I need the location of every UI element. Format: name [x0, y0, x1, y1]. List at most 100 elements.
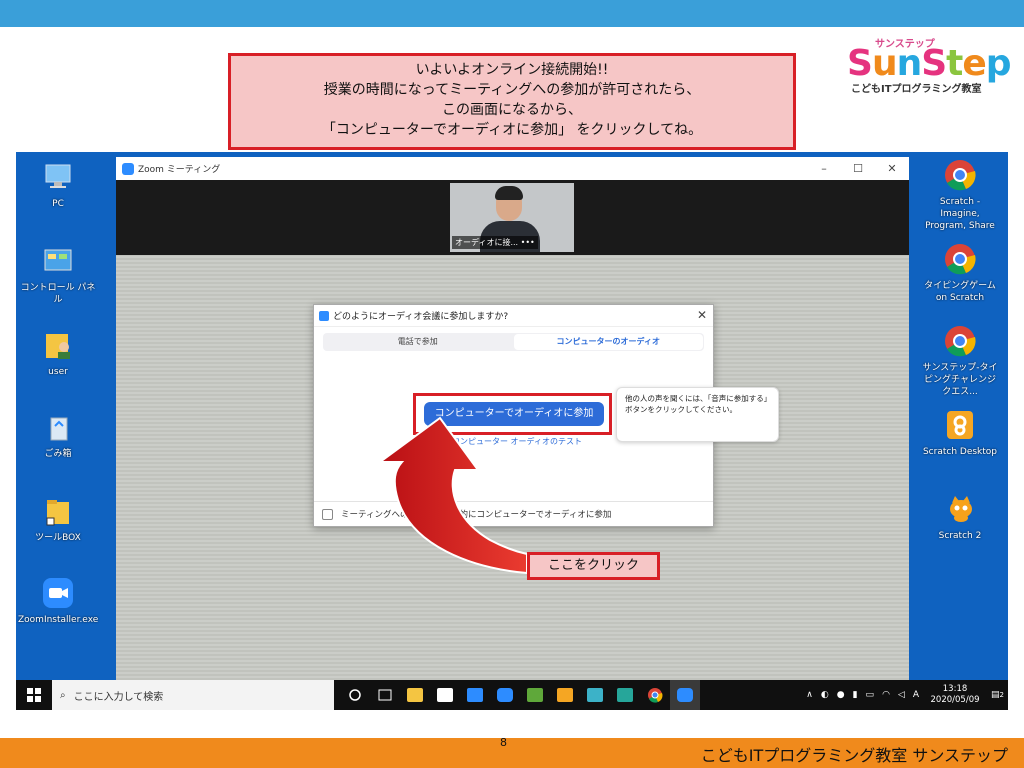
test-audio-link[interactable]: コンピューター オーディオのテスト [452, 436, 582, 447]
dialog-title-bar: どのようにオーディオ会議に参加しますか? ✕ [314, 305, 713, 327]
participant-name-label: オーディオに接... ••• [452, 236, 538, 249]
logo-subtitle: こどもITプログラミング教室 [851, 84, 982, 95]
app-icon[interactable] [520, 680, 550, 710]
logo-wordmark: SunStep [847, 43, 1012, 84]
maximize-button[interactable]: ☐ [841, 157, 875, 180]
participant-video[interactable]: オーディオに接... ••• [450, 183, 574, 252]
desktop-icon-user[interactable]: user [18, 328, 98, 378]
recycle-bin-icon [41, 410, 75, 444]
clock-date: 2020/05/09 [930, 695, 980, 705]
auto-join-checkbox[interactable] [322, 508, 333, 520]
desktop-icon-label: コントロール パネル [20, 283, 96, 305]
desktop-icon-zoom-installer[interactable]: ZoomInstaller.exe [18, 576, 98, 626]
callout-line: この画面になるから、 [442, 102, 582, 118]
callout-line: 授業の時間になってミーティングへの参加が許可されたら、 [323, 82, 701, 98]
chrome-taskbar-icon[interactable] [640, 680, 670, 710]
zoom-installer-icon [41, 576, 75, 610]
chrome-icon [943, 242, 977, 276]
windows-icon [27, 688, 41, 702]
scratch-desktop-taskbar-icon[interactable] [550, 680, 580, 710]
notification-icon[interactable]: ▤2 [991, 690, 1004, 700]
clock[interactable]: 13:18 2020/05/09 [923, 684, 987, 706]
wifi-icon[interactable]: ◠ [882, 690, 890, 700]
desktop-icon-scratch-desktop[interactable]: Scratch Desktop [920, 408, 1000, 458]
notebook-icon[interactable] [580, 680, 610, 710]
desktop-icon-pc[interactable]: PC [18, 160, 98, 210]
zoom-active-icon[interactable] [670, 680, 700, 710]
minimize-button[interactable]: – [807, 157, 841, 180]
window-controls: – ☐ ✕ [807, 157, 909, 180]
ime-indicator[interactable]: A [913, 690, 919, 700]
folder-icon [41, 494, 75, 528]
tab-computer-audio[interactable]: コンピューターのオーディオ [513, 334, 703, 350]
store-icon[interactable] [430, 680, 460, 710]
zoom-title-bar: Zoom ミーティング – ☐ ✕ [116, 157, 909, 180]
callout-line: 「コンピューターでオーディオに参加」 をクリックしてね。 [321, 122, 703, 138]
file-explorer-icon[interactable] [400, 680, 430, 710]
desktop-icon-label: user [48, 367, 68, 377]
search-placeholder: ここに入力して検索 [73, 691, 164, 703]
scratch-desktop-icon [943, 408, 977, 442]
desktop-icon-scratch-chrome[interactable]: Scratch - Imagine, Program, Share [920, 158, 1000, 232]
start-button[interactable] [16, 680, 52, 710]
battery-icon[interactable]: ▭ [866, 690, 875, 700]
mail-icon[interactable] [460, 680, 490, 710]
task-view-icon[interactable] [370, 680, 400, 710]
dialog-footer: ミーティングへの参加時に自動的にコンピューターでオーディオに参加 [314, 501, 713, 526]
chrome-icon [943, 158, 977, 192]
zoom-meeting-window: Zoom ミーティング – ☐ ✕ オーディオに接... ••• どのようにオー… [116, 157, 909, 682]
join-button-highlight [413, 393, 612, 435]
notification-count: 2 [999, 691, 1004, 699]
cortana-icon[interactable] [340, 680, 370, 710]
slide: いよいよオンライン接続開始!! 授業の時間になってミーティングへの参加が許可され… [0, 0, 1024, 768]
taskbar-apps [340, 680, 700, 710]
person-hair [495, 186, 523, 200]
close-icon[interactable]: ✕ [697, 308, 707, 322]
usb-icon[interactable]: ▮ [853, 690, 858, 700]
desktop-icon-scratch2[interactable]: Scratch 2 [920, 492, 1000, 542]
windows-desktop: PC コントロール パネル user ごみ箱 ツールBOX ZoomInstal… [16, 152, 1008, 710]
audio-tabs: 電話で参加 コンピューターのオーディオ [323, 333, 704, 351]
chrome-icon [943, 324, 977, 358]
click-here-label: ここをクリック [527, 552, 660, 580]
top-bar [0, 0, 1024, 27]
footer-text: こどもITプログラミング教室 サンステップ [700, 746, 1008, 765]
desktop-icon-label: Scratch - Imagine, Program, Share [925, 197, 995, 231]
desktop-icon-typing-game[interactable]: タイピングゲーム on Scratch [920, 242, 1000, 304]
scratch-cat-icon [943, 492, 977, 526]
desktop-icon-label: ツールBOX [35, 533, 81, 543]
callout-line: いよいよオンライン接続開始!! [415, 62, 609, 78]
hint-tooltip: 他の人の声を聞くには、「音声に参加する」ボタンをクリックしてください。 [616, 387, 779, 442]
desktop-icon-label: ごみ箱 [44, 449, 72, 459]
desktop-icon-label: Scratch Desktop [922, 447, 998, 457]
zoom-logo-icon [122, 162, 134, 175]
desktop-icon-label: サンステップ-タイピングチャレンジクエス... [922, 363, 998, 397]
zoom-taskbar-icon[interactable] [490, 680, 520, 710]
tab-phone[interactable]: 電話で参加 [323, 333, 513, 351]
taskbar-search[interactable]: ⌕ ここに入力して検索 [52, 680, 334, 710]
windows-taskbar: ⌕ ここに入力して検索 ∧ ◐ ● ▮ ▭ ◠ ◁ A 13:18 2020/0… [16, 680, 1008, 710]
zoom-window-title: Zoom ミーティング [138, 165, 221, 175]
auto-join-label: ミーティングへの参加時に自動的にコンピューターでオーディオに参加 [341, 510, 612, 520]
desktop-icon-control-panel[interactable]: コントロール パネル [18, 244, 98, 306]
desktop-icon-typing-challenge[interactable]: サンステップ-タイピングチャレンジクエス... [920, 324, 1000, 398]
pc-icon [41, 160, 75, 194]
system-tray: ∧ ◐ ● ▮ ▭ ◠ ◁ A 13:18 2020/05/09 ▤2 [802, 680, 1008, 710]
dialog-title: どのようにオーディオ会議に参加しますか? [333, 312, 509, 322]
desktop-icon-toolbox[interactable]: ツールBOX [18, 494, 98, 544]
clock-time: 13:18 [942, 684, 968, 694]
meeting-background: どのようにオーディオ会議に参加しますか? ✕ 電話で参加 コンピューターのオーデ… [116, 255, 909, 682]
sunstep-logo: サンステップ SunStep こどもITプログラミング教室 [843, 35, 1023, 97]
zoom-logo-icon [319, 310, 329, 321]
speaker-icon[interactable]: ◁ [898, 690, 905, 700]
video-strip: オーディオに接... ••• [116, 180, 909, 255]
instruction-callout: いよいよオンライン接続開始!! 授業の時間になってミーティングへの参加が許可され… [228, 53, 796, 150]
desktop-icon-recycle-bin[interactable]: ごみ箱 [18, 410, 98, 460]
page-number: 8 [500, 736, 507, 749]
chevron-up-icon[interactable]: ∧ [806, 690, 813, 700]
tray-app-icon[interactable]: ● [837, 690, 845, 700]
desktop-icon-label: Scratch 2 [938, 531, 982, 541]
network-app-icon[interactable]: ◐ [821, 690, 829, 700]
close-button[interactable]: ✕ [875, 157, 909, 180]
cube-app-icon[interactable] [610, 680, 640, 710]
